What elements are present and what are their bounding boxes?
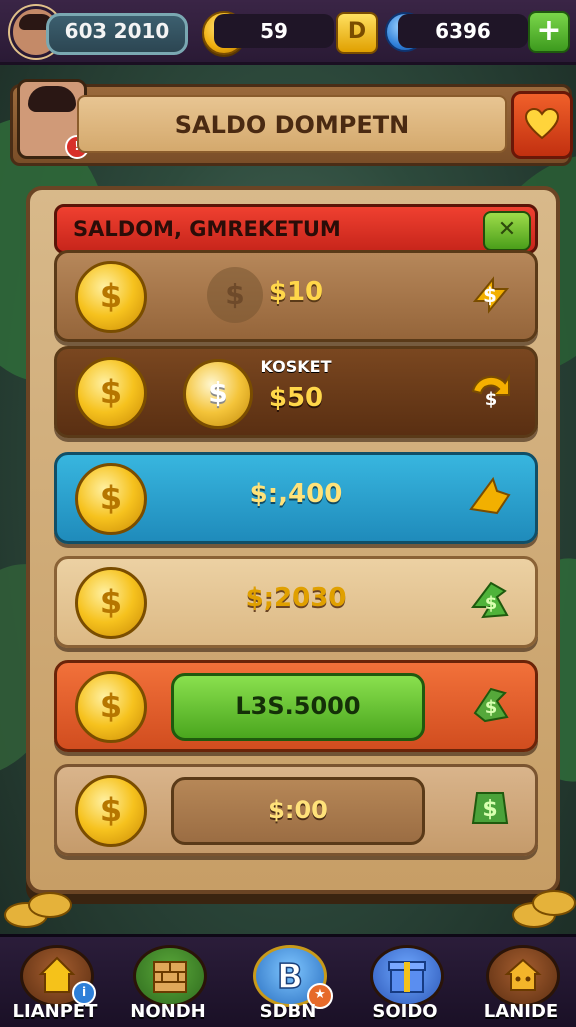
top-resource-bar: 60З 2010 $ 59 D 6396 +: [0, 0, 576, 65]
coins-value: 59: [214, 14, 334, 48]
green-arrow-icon[interactable]: $: [467, 577, 513, 623]
offer-price: $50: [268, 383, 324, 413]
offer-row[interactable]: $ $:00 $: [54, 764, 538, 856]
close-icon: ✕: [497, 217, 517, 242]
nav-label: NONDH: [130, 1001, 206, 1022]
wallet-panel: SALDOM, GMREKETUM ✕ $ $ $10 $ $ $ KOSKET…: [26, 186, 560, 894]
coin-pile-left: [4, 890, 76, 930]
coin-icon: [28, 892, 72, 918]
nav-label: LIANPET: [12, 1001, 98, 1022]
offer-subtitle: KOSKET: [260, 357, 332, 376]
nav-item-sdbn[interactable]: B ★ SDBN: [233, 945, 343, 1025]
buy-button[interactable]: $:00: [171, 777, 425, 845]
player-level-display: 60З 2010: [46, 13, 188, 55]
favorite-button[interactable]: [511, 91, 573, 159]
buy-button[interactable]: L3S.5000: [171, 673, 425, 741]
nav-label: SDBN: [259, 1001, 317, 1022]
up-arrow-icon[interactable]: [467, 473, 513, 519]
page-title: SALDO DOMPETN: [174, 111, 410, 139]
gold-badge-icon: D: [336, 12, 378, 54]
heart-icon: [524, 108, 560, 140]
svg-text:$: $: [485, 593, 498, 614]
svg-text:$: $: [482, 797, 497, 822]
green-dollar-icon[interactable]: $: [467, 785, 513, 831]
offer-row[interactable]: $ $;2030 $: [54, 556, 538, 648]
coin-icon: [532, 890, 576, 916]
svg-text:$: $: [485, 697, 498, 718]
nav-label: LANIDE: [483, 1001, 559, 1022]
nav-item-soido[interactable]: SOIDO: [350, 945, 460, 1025]
svg-text:B: B: [277, 957, 303, 997]
green-arrow-icon[interactable]: $: [467, 681, 513, 727]
close-button[interactable]: ✕: [483, 211, 531, 251]
dollar-arrow-icon[interactable]: $: [467, 271, 513, 317]
buy-button-label: $:00: [268, 796, 328, 824]
gift-box-icon: [370, 945, 444, 1007]
nav-item-nondh[interactable]: NONDH: [113, 945, 223, 1025]
bottom-navigation: i LIANPET NONDH B ★ SDBN SOIDO LANIDE: [0, 934, 576, 1027]
bricks-icon: [133, 945, 207, 1007]
dollar-arrow-icon[interactable]: $: [467, 367, 513, 413]
nav-item-lianpet[interactable]: i LIANPET: [0, 945, 110, 1025]
nav-item-lanide[interactable]: LANIDE: [466, 945, 576, 1025]
home-icon: [486, 945, 560, 1007]
offer-row[interactable]: $ L3S.5000 $: [54, 660, 538, 752]
offer-price: $;2030: [245, 583, 347, 613]
gems-value: 6396: [398, 14, 528, 48]
wallet-header-banner: ! SALDO DOMPETN: [10, 79, 573, 166]
gold-coin-icon: $: [75, 671, 147, 743]
svg-text:$: $: [483, 283, 497, 307]
gold-coin-icon: $: [75, 775, 147, 847]
offer-row[interactable]: $ $ KOSKET $50 $: [54, 346, 538, 438]
nav-label: SOIDO: [372, 1001, 438, 1022]
panel-title-bar: SALDOM, GMREKETUM ✕: [54, 204, 538, 254]
add-currency-button[interactable]: +: [528, 11, 570, 53]
coin-pile-right: [502, 890, 576, 930]
header-title-plate: SALDO DOMPETN: [77, 95, 507, 153]
offer-row[interactable]: $ $ $10 $: [54, 250, 538, 342]
buy-button-label: L3S.5000: [235, 692, 361, 720]
offer-price: $:,400: [249, 479, 343, 509]
panel-title: SALDOM, GMREKETUM: [73, 217, 341, 241]
offer-price: $10: [268, 277, 324, 307]
avatar-hair: [28, 86, 76, 112]
svg-text:$: $: [485, 389, 498, 410]
offer-row[interactable]: $ $:,400: [54, 452, 538, 544]
